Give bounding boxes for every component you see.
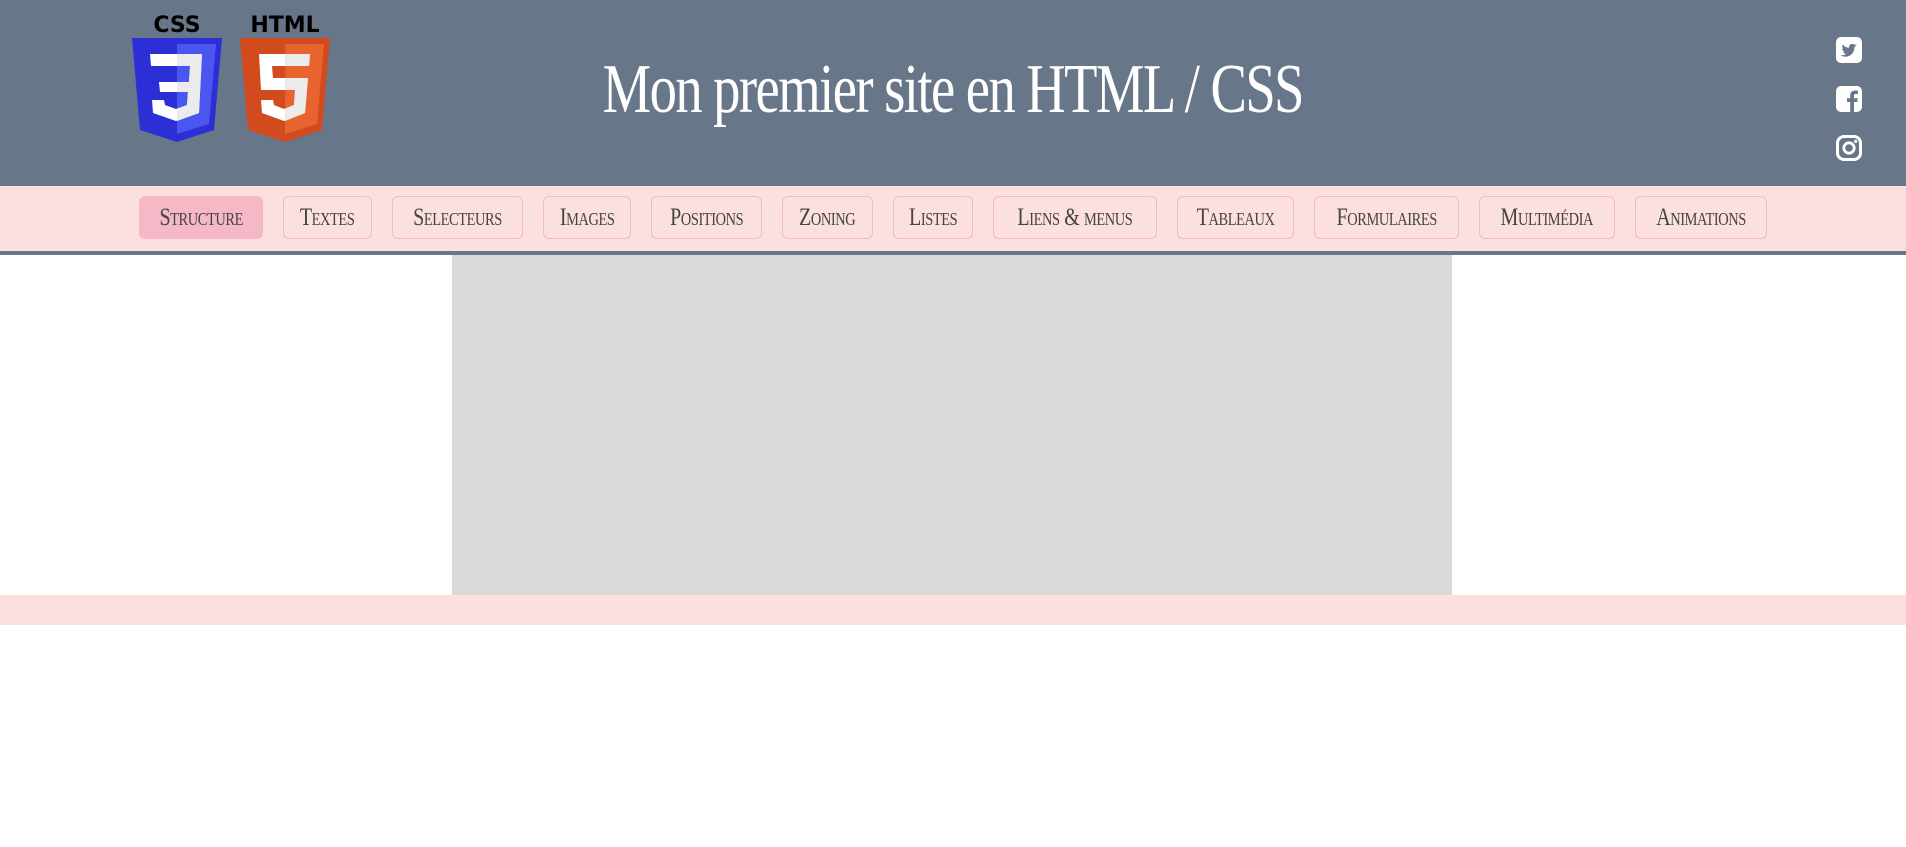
nav-item-label: Selecteurs	[412, 203, 502, 231]
nav-item-selecteurs[interactable]: Selecteurs	[391, 196, 523, 239]
nav-item-images[interactable]: Images	[542, 196, 631, 239]
nav-item-formulaires[interactable]: Formulaires	[1313, 196, 1460, 239]
nav-item-liens-menus[interactable]: Liens & menus	[992, 196, 1157, 239]
nav-item-zoning[interactable]: Zoning	[782, 196, 873, 239]
site-title: Mon premier site en HTML / CSS	[602, 51, 1305, 128]
nav-item-animations[interactable]: Animations	[1634, 196, 1767, 239]
nav-item-listes[interactable]: Listes	[892, 196, 973, 239]
twitter-icon[interactable]	[1836, 37, 1862, 63]
nav-item-label: Formulaires	[1336, 203, 1437, 231]
nav-item-label: Zoning	[799, 203, 856, 231]
nav-item-label: Multimédia	[1500, 203, 1594, 231]
site-footer	[0, 595, 1906, 625]
nav-item-label: Liens & menus	[1017, 203, 1133, 231]
nav-item-textes[interactable]: Textes	[283, 196, 372, 239]
nav-item-label: Listes	[908, 203, 958, 231]
main-navigation: Structure Textes Selecteurs Images Posit…	[0, 186, 1906, 255]
content-placeholder	[452, 255, 1452, 595]
nav-item-label: Textes	[300, 203, 355, 231]
css3-logo-caption: CSS	[153, 13, 200, 38]
nav-item-label: Tableaux	[1196, 203, 1275, 231]
nav-item-label: Images	[559, 203, 615, 231]
nav-item-structure[interactable]: Structure	[139, 196, 264, 239]
html5-logo-caption: HTML	[250, 13, 319, 38]
site-header: CSS HTML Mon premier site en HTML / CSS	[0, 0, 1906, 186]
nav-menu: Structure Textes Selecteurs Images Posit…	[0, 196, 1906, 239]
nav-item-label: Structure	[159, 203, 243, 231]
instagram-icon[interactable]	[1836, 135, 1862, 161]
nav-item-label: Positions	[670, 203, 744, 231]
facebook-icon[interactable]	[1836, 86, 1862, 112]
nav-item-label: Animations	[1656, 203, 1746, 231]
nav-item-positions[interactable]: Positions	[650, 196, 763, 239]
nav-item-multimedia[interactable]: Multimédia	[1479, 196, 1615, 239]
nav-item-tableaux[interactable]: Tableaux	[1176, 196, 1294, 239]
